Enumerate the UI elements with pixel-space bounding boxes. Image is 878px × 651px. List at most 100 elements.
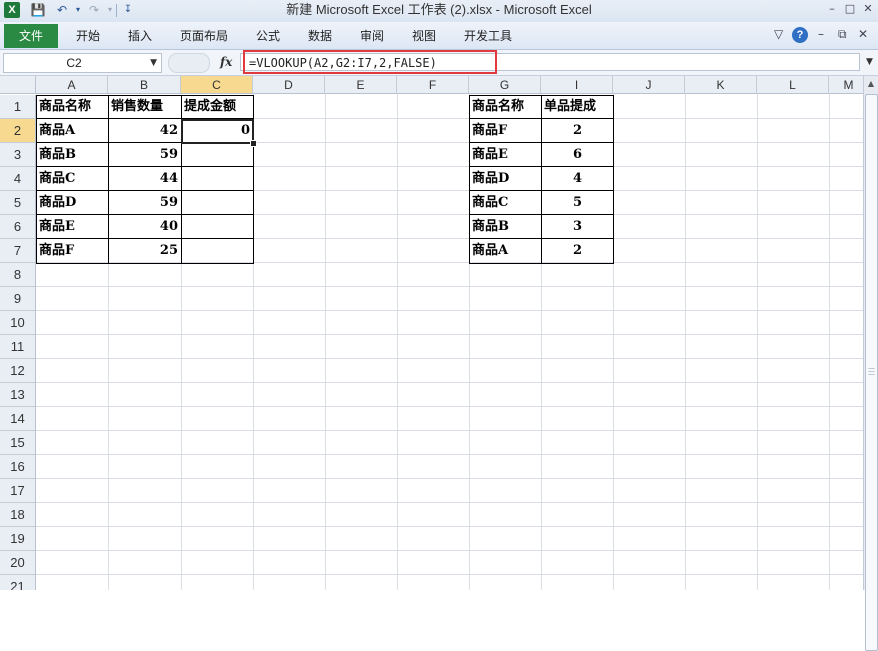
- cell-a2[interactable]: 商品A: [37, 119, 108, 143]
- expand-formula-bar-icon[interactable]: ▼: [863, 53, 876, 71]
- workbook-minimize-button[interactable]: –: [818, 27, 824, 41]
- cell-a7[interactable]: 商品F: [37, 239, 108, 263]
- row-header-5[interactable]: 5: [0, 191, 36, 215]
- cell-c5[interactable]: [182, 191, 253, 215]
- worksheet-grid[interactable]: A B C D E F G I J K L M 1 2 3 4 5 6 7 8 …: [0, 76, 863, 590]
- row-header-21[interactable]: 21: [0, 575, 36, 590]
- row-header-15[interactable]: 15: [0, 431, 36, 455]
- column-header-m[interactable]: M: [829, 76, 863, 94]
- row-header-1[interactable]: 1: [0, 95, 36, 119]
- column-header-a[interactable]: A: [36, 76, 108, 94]
- column-header-d[interactable]: D: [253, 76, 325, 94]
- row-header-2[interactable]: 2: [0, 119, 36, 143]
- cell-b1[interactable]: 销售数量: [109, 95, 181, 119]
- fill-handle[interactable]: [250, 140, 257, 147]
- cell-b3[interactable]: 59: [109, 143, 181, 167]
- tab-data[interactable]: 数据: [308, 24, 332, 48]
- minimize-button[interactable]: –: [824, 2, 840, 16]
- cell-b2[interactable]: 42: [109, 119, 181, 143]
- gridline: [253, 94, 254, 590]
- cell-i2[interactable]: 2: [542, 119, 613, 143]
- row-header-20[interactable]: 20: [0, 551, 36, 575]
- column-header-c[interactable]: C: [181, 76, 253, 94]
- cell-a1[interactable]: 商品名称: [37, 95, 108, 119]
- cell-i7[interactable]: 2: [542, 239, 613, 263]
- formula-highlight-box: [243, 50, 497, 74]
- tab-insert[interactable]: 插入: [128, 24, 152, 48]
- cell-b5[interactable]: 59: [109, 191, 181, 215]
- tab-view[interactable]: 视图: [412, 24, 436, 48]
- workbook-close-button[interactable]: ✕: [858, 27, 868, 41]
- tab-developer[interactable]: 开发工具: [464, 24, 512, 48]
- formula-bar-splitter[interactable]: [168, 53, 210, 73]
- column-header-i[interactable]: I: [541, 76, 613, 94]
- cell-g1[interactable]: 商品名称: [470, 95, 541, 119]
- cell-b7[interactable]: 25: [109, 239, 181, 263]
- tab-review[interactable]: 审阅: [360, 24, 384, 48]
- cell-b6[interactable]: 40: [109, 215, 181, 239]
- tab-page-layout[interactable]: 页面布局: [180, 24, 228, 48]
- row-header-10[interactable]: 10: [0, 311, 36, 335]
- scroll-up-icon[interactable]: ▲: [864, 76, 878, 91]
- cell-g5[interactable]: 商品C: [470, 191, 541, 215]
- row-header-16[interactable]: 16: [0, 455, 36, 479]
- column-header-l[interactable]: L: [757, 76, 829, 94]
- cell-g3[interactable]: 商品E: [470, 143, 541, 167]
- column-header-g[interactable]: G: [469, 76, 541, 94]
- chevron-down-icon[interactable]: ▼: [150, 54, 157, 72]
- row-header-17[interactable]: 17: [0, 479, 36, 503]
- cell-c4[interactable]: [182, 167, 253, 191]
- cell-i3[interactable]: 6: [542, 143, 613, 167]
- cell-c7[interactable]: [182, 239, 253, 263]
- cell-c6[interactable]: [182, 215, 253, 239]
- help-icon[interactable]: ?: [792, 27, 808, 43]
- cell-g6[interactable]: 商品B: [470, 215, 541, 239]
- cell-c1[interactable]: 提成金额: [182, 95, 253, 119]
- tab-file[interactable]: 文件: [4, 24, 58, 48]
- row-header-8[interactable]: 8: [0, 263, 36, 287]
- cell-g4[interactable]: 商品D: [470, 167, 541, 191]
- cell-i6[interactable]: 3: [542, 215, 613, 239]
- column-header-k[interactable]: K: [685, 76, 757, 94]
- column-header-e[interactable]: E: [325, 76, 397, 94]
- cell-a3[interactable]: 商品B: [37, 143, 108, 167]
- row-header-7[interactable]: 7: [0, 239, 36, 263]
- cell-g2[interactable]: 商品F: [470, 119, 541, 143]
- workbook-restore-button[interactable]: ⧉: [838, 27, 847, 42]
- row-header-12[interactable]: 12: [0, 359, 36, 383]
- cell-a5[interactable]: 商品D: [37, 191, 108, 215]
- column-header-b[interactable]: B: [108, 76, 181, 94]
- select-all-corner[interactable]: [0, 76, 36, 94]
- tab-home[interactable]: 开始: [76, 24, 100, 48]
- column-header-f[interactable]: F: [397, 76, 469, 94]
- vertical-scrollbar[interactable]: ▲ — — —: [863, 76, 878, 651]
- cell-g7[interactable]: 商品A: [470, 239, 541, 263]
- cell-a6[interactable]: 商品E: [37, 215, 108, 239]
- cell-c3[interactable]: [182, 143, 253, 167]
- scrollbar-thumb[interactable]: — — —: [865, 94, 878, 651]
- title-bar: X 💾 ↶ ▾ ↷ ▾ ↧ 新建 Microsoft Excel 工作表 (2)…: [0, 0, 878, 22]
- maximize-button[interactable]: □: [842, 2, 858, 16]
- row-header-19[interactable]: 19: [0, 527, 36, 551]
- gridline: [36, 406, 863, 407]
- insert-function-icon[interactable]: fx: [220, 53, 232, 71]
- cell-a4[interactable]: 商品C: [37, 167, 108, 191]
- column-header-j[interactable]: J: [613, 76, 685, 94]
- close-button[interactable]: ✕: [860, 2, 876, 16]
- row-header-9[interactable]: 9: [0, 287, 36, 311]
- row-header-14[interactable]: 14: [0, 407, 36, 431]
- cell-b4[interactable]: 44: [109, 167, 181, 191]
- row-header-13[interactable]: 13: [0, 383, 36, 407]
- row-header-6[interactable]: 6: [0, 215, 36, 239]
- row-header-11[interactable]: 11: [0, 335, 36, 359]
- row-header-3[interactable]: 3: [0, 143, 36, 167]
- collapse-ribbon-icon[interactable]: ▽: [774, 27, 783, 41]
- name-box[interactable]: C2 ▼: [3, 53, 162, 73]
- row-header-18[interactable]: 18: [0, 503, 36, 527]
- cell-i4[interactable]: 4: [542, 167, 613, 191]
- cell-i5[interactable]: 5: [542, 191, 613, 215]
- tab-formulas[interactable]: 公式: [256, 24, 280, 48]
- cell-i1[interactable]: 单品提成: [542, 95, 613, 119]
- row-header-4[interactable]: 4: [0, 167, 36, 191]
- gridline: [36, 358, 863, 359]
